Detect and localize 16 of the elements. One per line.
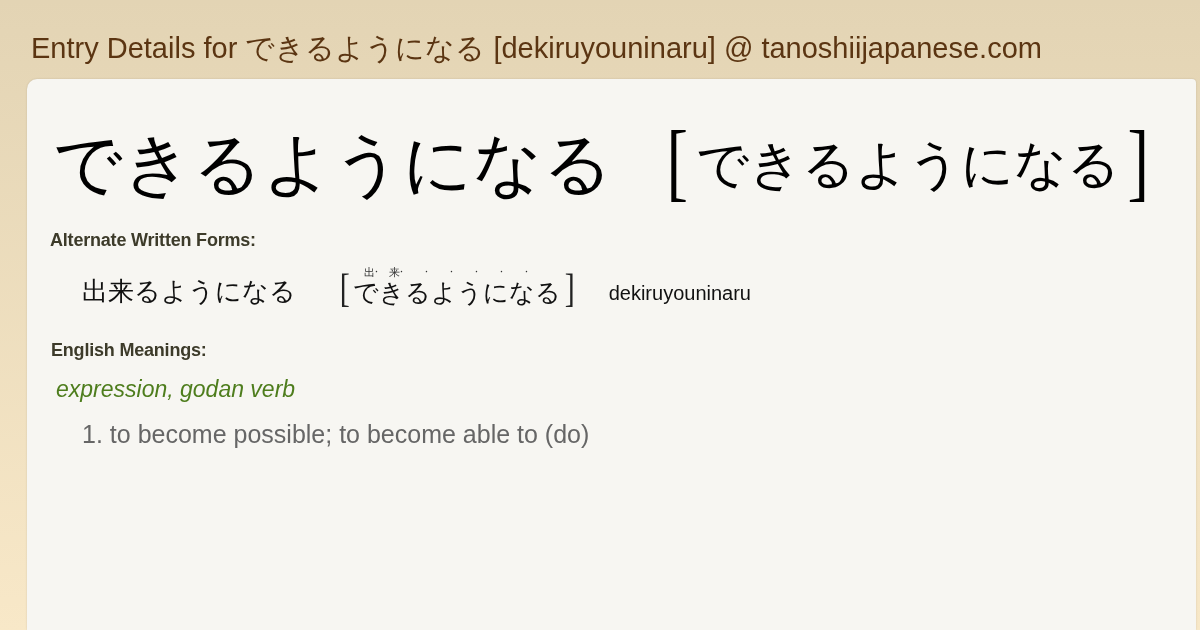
section-heading: English Meanings: xyxy=(51,339,207,361)
bracket: ] xyxy=(1127,116,1149,206)
bracket: [ xyxy=(339,267,350,311)
furigana-text: 出· 来· · · · · · xyxy=(362,267,530,279)
page-title: Entry Details for できるようになる [dekiruyouninaru] @ tanoshiijapanese.com xyxy=(31,31,1042,65)
reading: できるようになる xyxy=(695,134,1120,194)
romaji: dekiruyouninaru xyxy=(608,281,751,306)
written-form: 出来るようになる xyxy=(82,275,296,308)
section-heading: Alternate Written Forms: xyxy=(50,229,256,251)
bracket: ] xyxy=(565,267,575,311)
reading: できるようになる xyxy=(353,279,562,309)
sense-number: 1. xyxy=(82,419,103,449)
sense-text: to become possible; to become able to (do) xyxy=(109,419,590,449)
part-of-speech: expression, godan verb xyxy=(56,375,296,403)
headword: できるようになる xyxy=(53,126,613,202)
bracket: [ xyxy=(666,116,689,206)
